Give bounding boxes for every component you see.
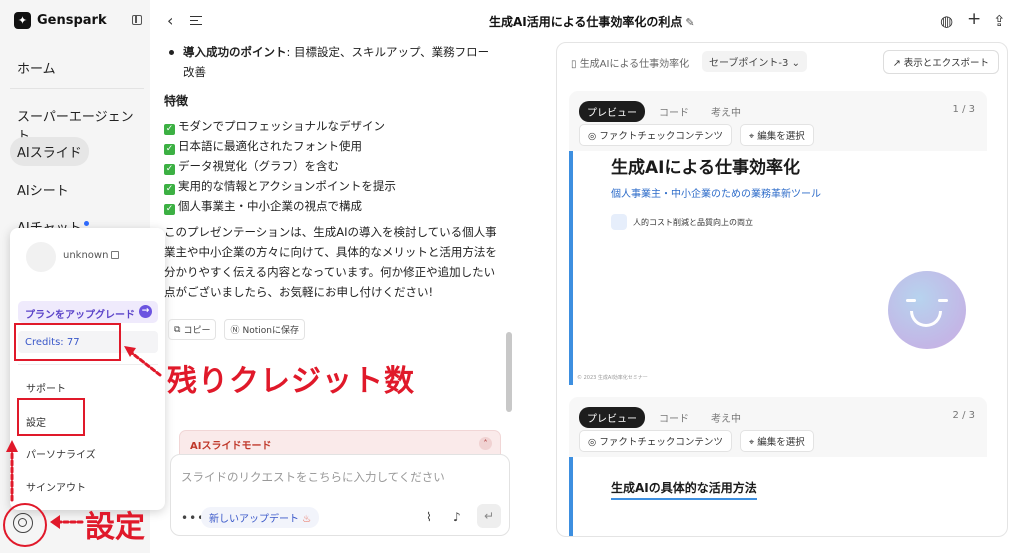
arrow-credits (126, 348, 162, 377)
settings-annotation-text: 設定 (85, 510, 145, 545)
arrowhead-settings (50, 515, 60, 529)
credits-annotation-text: 残りクレジット数 (167, 364, 415, 399)
app-root: ✦ Genspark ホーム スーパーエージェント AIスライド AIシート A… (0, 0, 1024, 553)
annotation-arrows (6, 346, 162, 529)
arrowhead-up (6, 440, 18, 452)
